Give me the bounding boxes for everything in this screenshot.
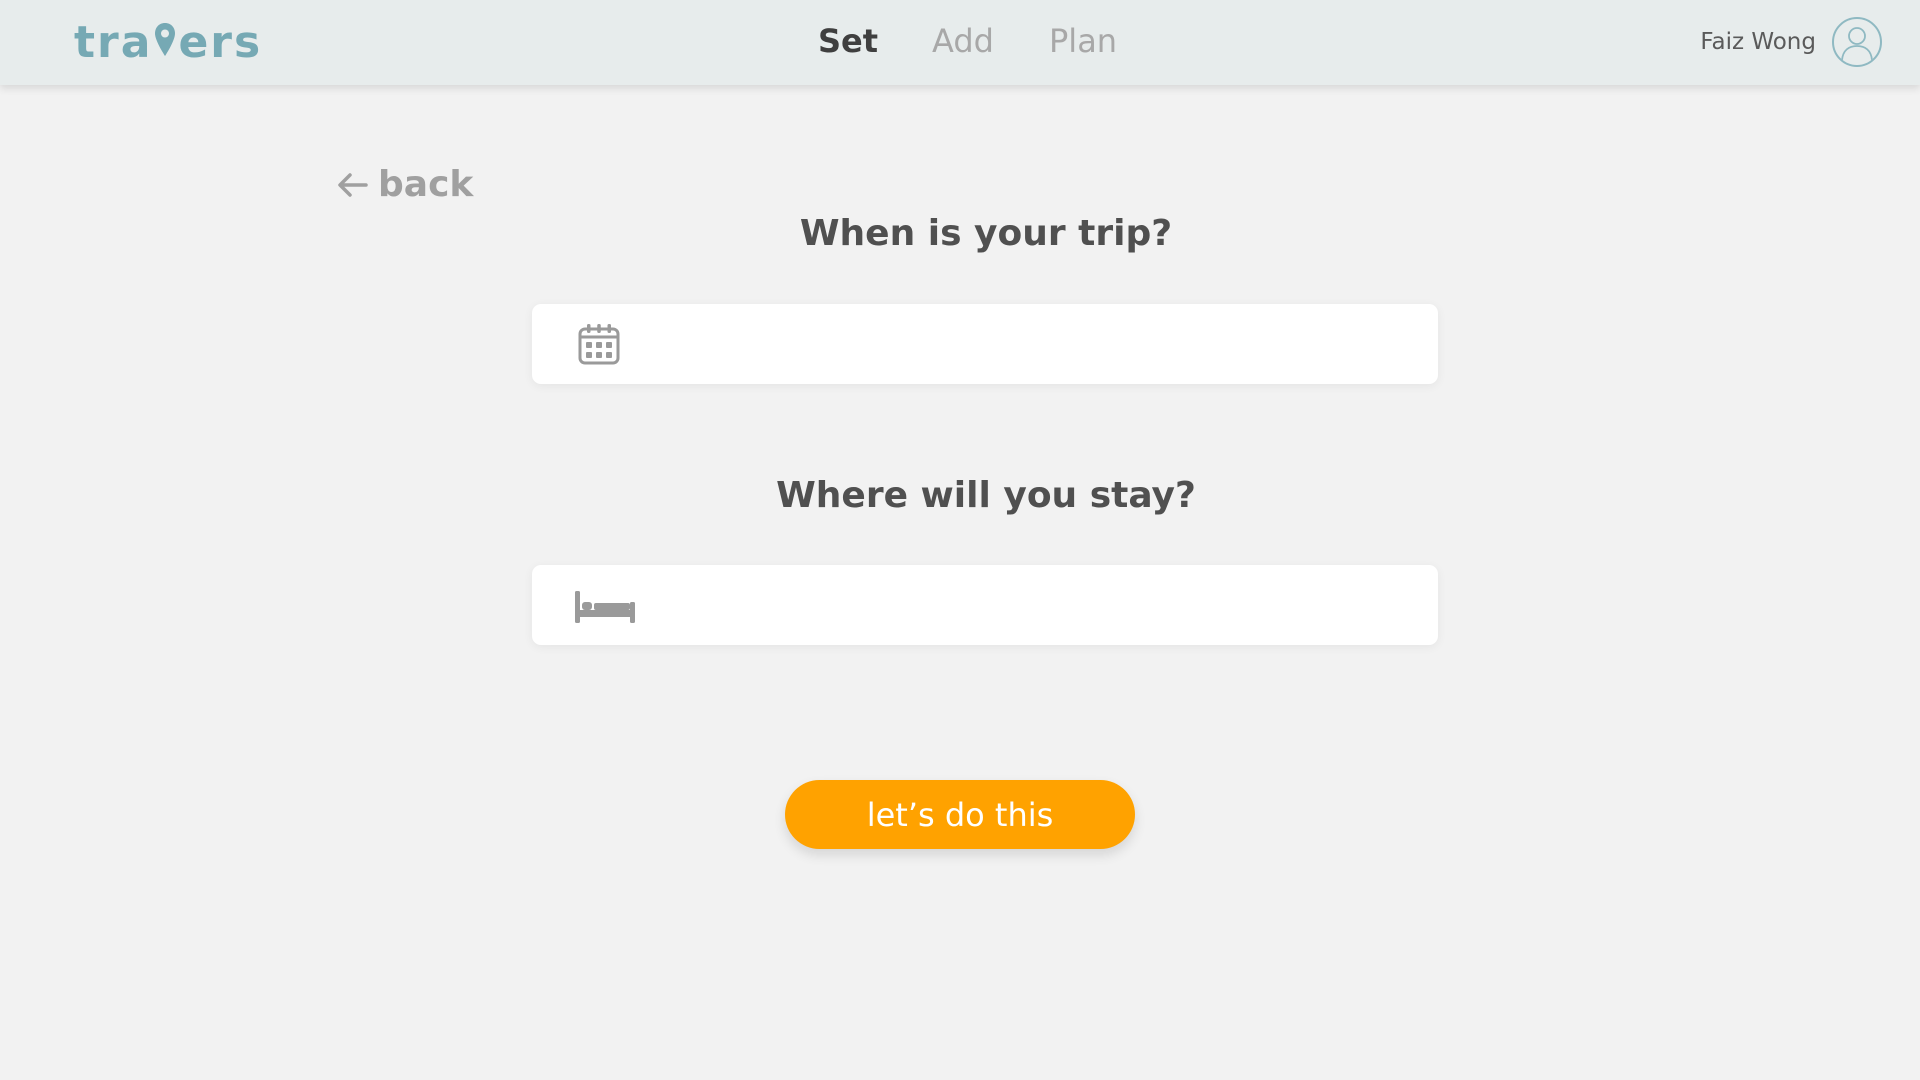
tab-plan[interactable]: Plan xyxy=(1049,22,1117,60)
trip-date-input[interactable] xyxy=(642,318,1408,372)
app-logo[interactable]: tra ers xyxy=(74,14,262,70)
arrow-left-icon xyxy=(338,172,368,197)
lets-do-this-button[interactable]: let’s do this xyxy=(785,780,1135,849)
map-pin-icon xyxy=(155,23,176,56)
back-link[interactable]: back xyxy=(336,164,473,205)
tab-add[interactable]: Add xyxy=(932,22,994,60)
user-name: Faiz Wong xyxy=(1700,29,1816,55)
stay-question: Where will you stay? xyxy=(776,475,1196,516)
trip-date-field[interactable] xyxy=(532,304,1438,384)
stay-location-field[interactable] xyxy=(532,565,1438,645)
back-label: back xyxy=(378,164,474,205)
stay-location-input[interactable] xyxy=(642,579,1408,633)
avatar[interactable] xyxy=(1832,17,1882,67)
calendar-icon xyxy=(577,322,621,366)
top-bar: tra ers Set Add Plan Faiz Wong xyxy=(0,0,1920,85)
bed-icon xyxy=(574,590,636,624)
tab-set[interactable]: Set xyxy=(818,22,878,60)
logo-text-suffix: ers xyxy=(178,16,263,68)
user-menu[interactable]: Faiz Wong xyxy=(1700,16,1882,68)
logo-text-prefix: tra xyxy=(74,16,153,68)
main-nav: Set Add Plan xyxy=(0,22,1920,68)
trip-question: When is your trip? xyxy=(799,213,1173,254)
user-outline-icon xyxy=(1841,27,1873,61)
